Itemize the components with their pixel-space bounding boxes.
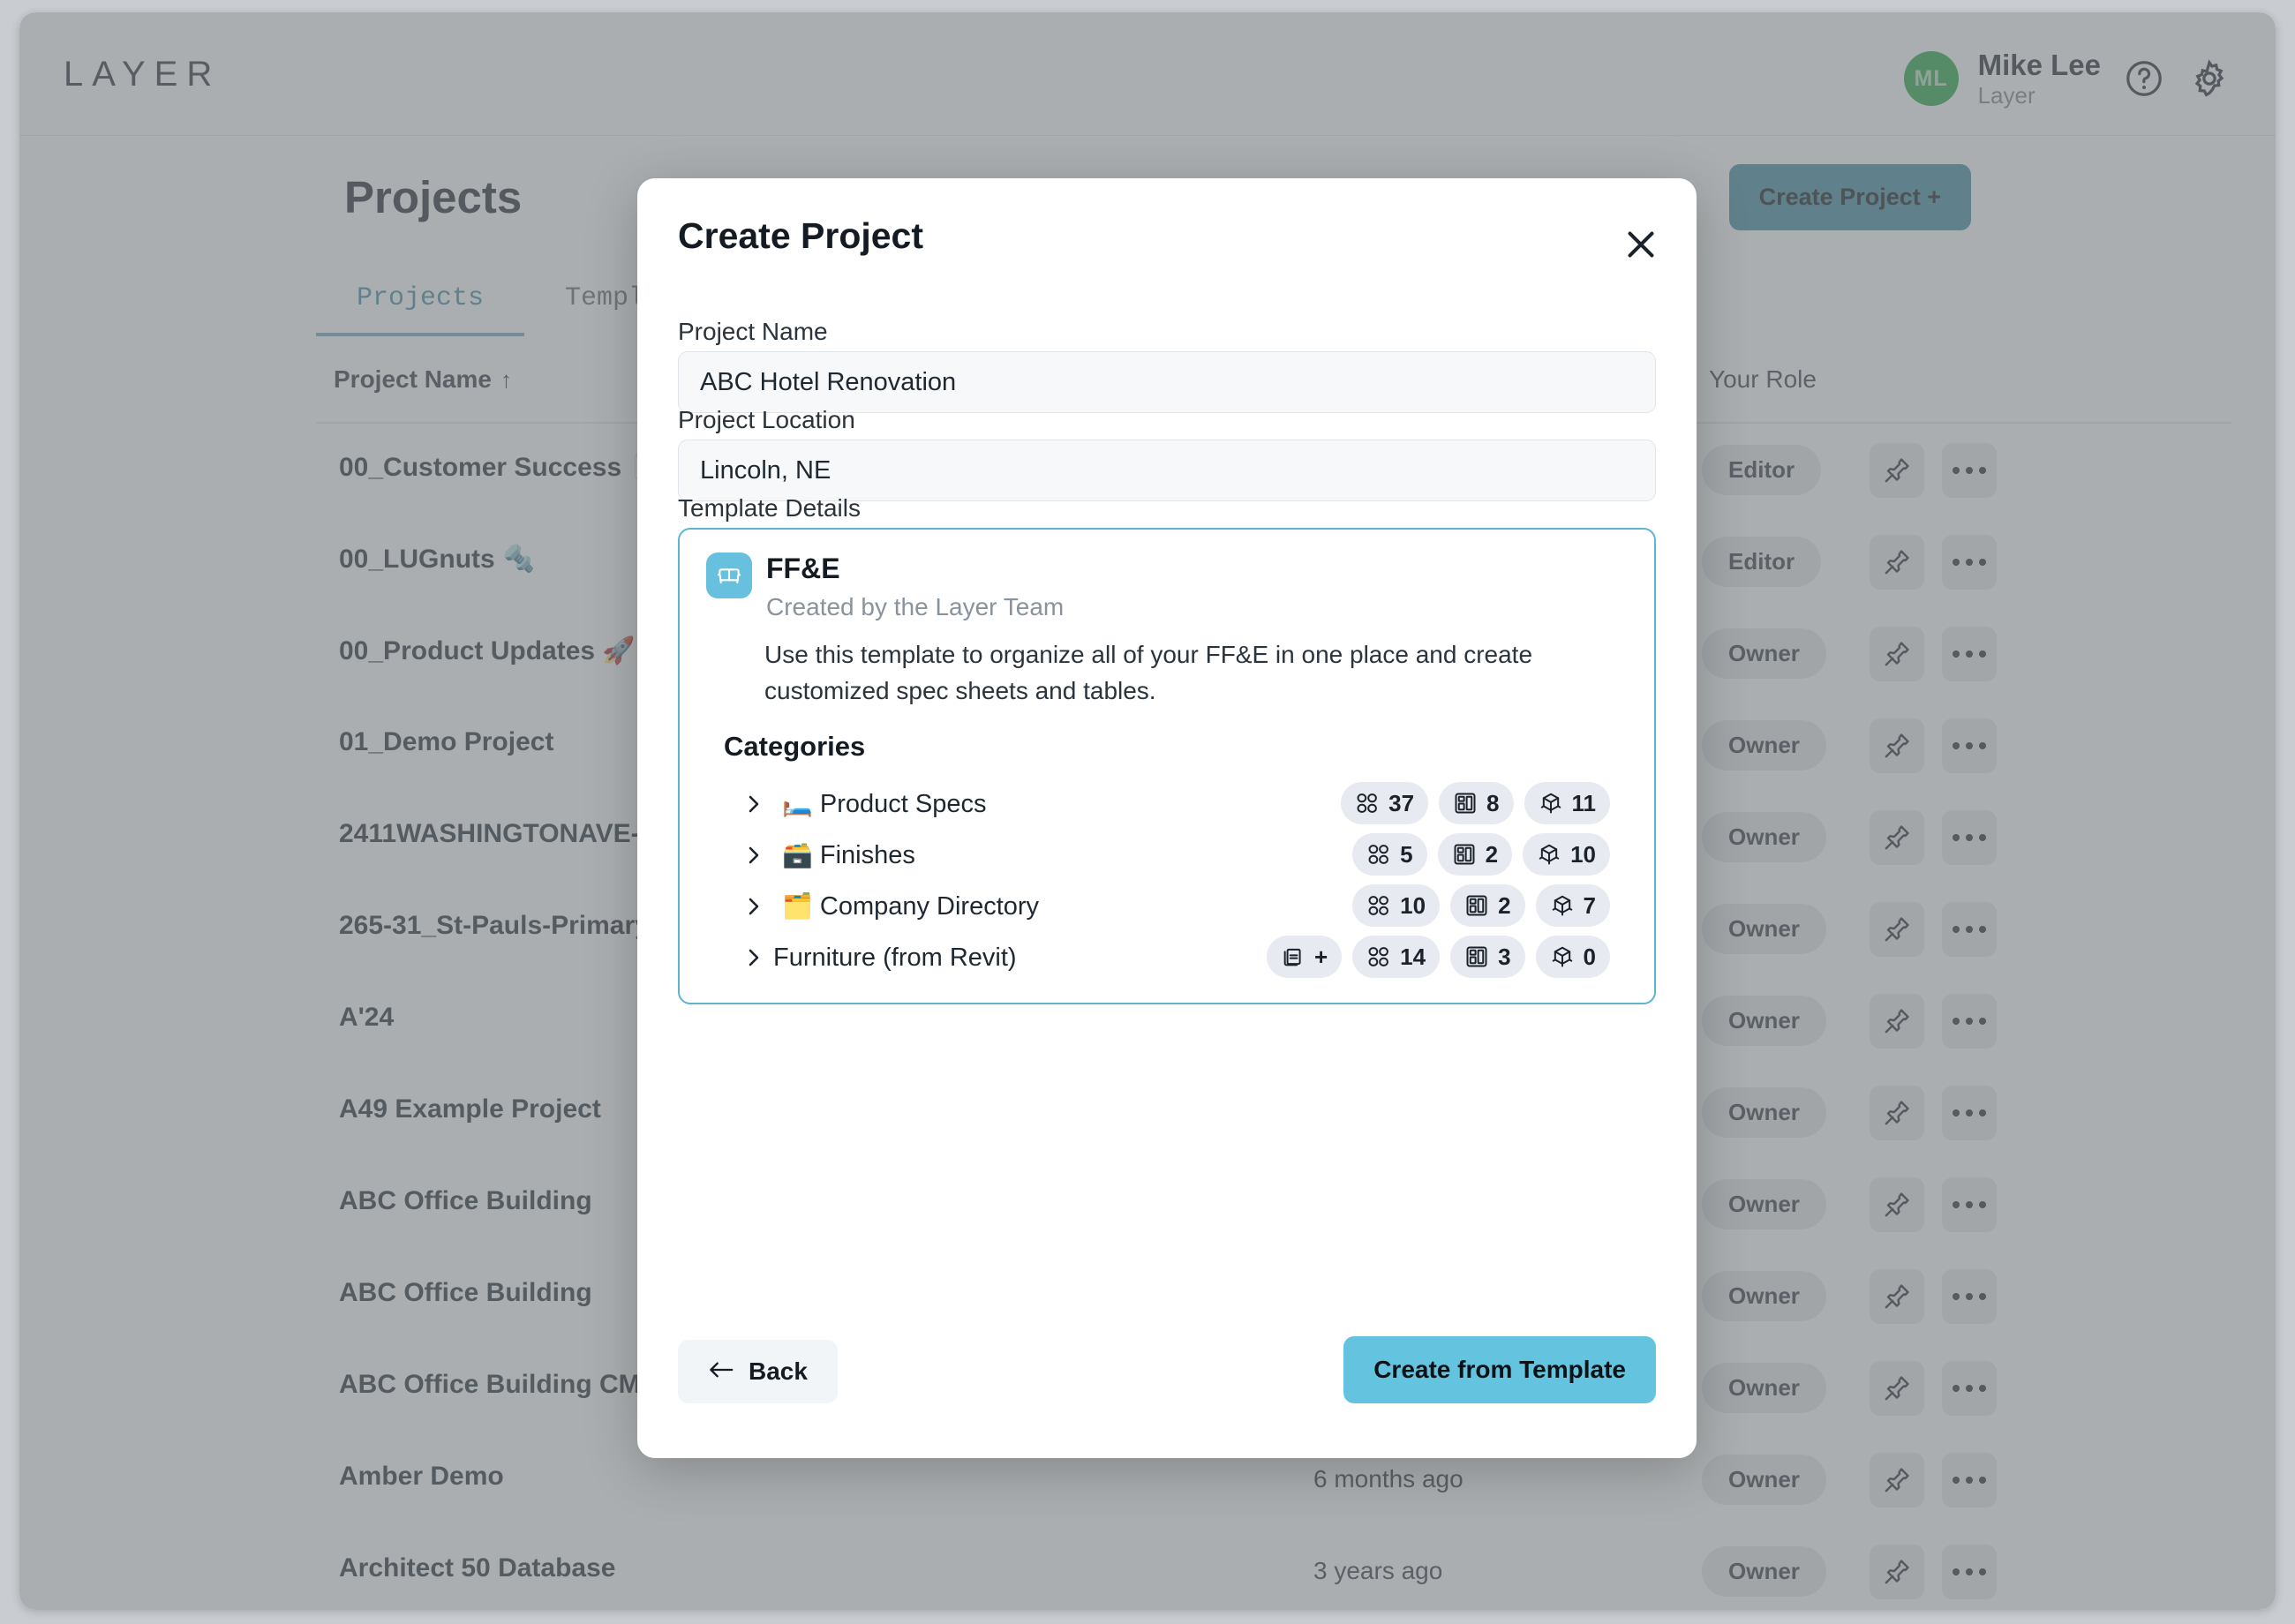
chevron-right-icon[interactable] [741, 947, 766, 968]
template-name: FF&E [766, 553, 840, 584]
category-badges: +14 3 0 [1266, 936, 1610, 978]
category-emoji: 🛏️ [782, 790, 813, 817]
badge-items[interactable]: 10 [1352, 884, 1441, 927]
badge-value: 2 [1485, 840, 1499, 868]
badge-value: 3 [1498, 943, 1511, 970]
cube-icon [1539, 791, 1563, 816]
items-icon [1355, 791, 1380, 816]
badge-cube[interactable]: 7 [1535, 884, 1610, 927]
badge-layout[interactable]: 3 [1450, 936, 1525, 978]
badge-value: 11 [1571, 789, 1597, 816]
project-name-input[interactable] [678, 351, 1656, 413]
items-icon [1366, 944, 1391, 969]
cube-icon [1550, 944, 1575, 969]
category-emoji: 🗂️ [782, 892, 813, 920]
items-icon [1366, 842, 1391, 867]
project-location-input[interactable] [678, 440, 1656, 501]
project-name-label: Project Name [678, 318, 828, 345]
chevron-right-icon[interactable] [741, 896, 766, 917]
badge-rvt-file[interactable]: + [1266, 936, 1343, 978]
category-label: Product Specs [819, 789, 987, 818]
project-location-label: Project Location [678, 406, 855, 433]
badge-items[interactable]: 37 [1341, 782, 1429, 824]
chevron-right-icon[interactable] [741, 845, 766, 866]
badge-items[interactable]: 14 [1352, 936, 1441, 978]
category-row[interactable]: 🗃️ Finishes 5 2 10 [724, 830, 1631, 881]
back-button[interactable]: Back [678, 1340, 838, 1403]
close-icon[interactable] [1621, 224, 1661, 265]
modal-title: Create Project [678, 215, 924, 256]
badge-value: 14 [1400, 943, 1426, 970]
badge-value: 10 [1400, 891, 1426, 919]
badge-layout[interactable]: 2 [1450, 884, 1525, 927]
category-badges: 37 8 11 [1341, 782, 1610, 824]
back-button-label: Back [749, 1357, 808, 1385]
badge-value: 8 [1486, 789, 1500, 816]
layout-icon [1464, 893, 1489, 918]
sofa-icon [706, 553, 752, 598]
category-label: Furniture (from Revit) [773, 943, 1017, 972]
template-details-label: Template Details [678, 494, 861, 522]
badge-cube[interactable]: 10 [1523, 833, 1610, 876]
badge-layout[interactable]: 2 [1437, 833, 1513, 876]
badge-value: 5 [1400, 840, 1413, 868]
create-project-modal: Create Project Project Name Project Loca… [637, 178, 1697, 1458]
category-badges: 5 2 10 [1352, 833, 1610, 876]
category-row[interactable]: 🛏️ Product Specs 37 8 11 [724, 778, 1631, 830]
badge-items[interactable]: 5 [1352, 833, 1427, 876]
categories-heading: Categories [724, 731, 866, 762]
categories-list: 🛏️ Product Specs 37 8 11 🗃️ Finishes 5 2 10 🗂️ Comp… [724, 778, 1631, 983]
arrow-left-icon [708, 1357, 734, 1386]
category-label: Finishes [819, 840, 915, 869]
layout-icon [1452, 842, 1477, 867]
badge-cube[interactable]: 11 [1524, 782, 1610, 824]
template-description: Use this template to organize all of you… [764, 641, 1533, 704]
badge-value: 37 [1388, 789, 1415, 816]
badge-value: 2 [1498, 891, 1511, 919]
badge-layout[interactable]: 8 [1439, 782, 1514, 824]
template-author: Created by the Layer Team [766, 593, 1065, 620]
category-row[interactable]: 🗂️ Company Directory 10 2 7 [724, 881, 1631, 932]
badge-value: 7 [1583, 891, 1596, 919]
app-window: LAYER ML Mike Lee Layer Projects Creat [19, 12, 2276, 1610]
rvt-file-icon [1281, 944, 1306, 969]
badge-value: + [1313, 943, 1328, 970]
badge-value: 0 [1583, 943, 1596, 970]
category-label: Company Directory [819, 891, 1040, 921]
template-details-card: FF&E Created by the Layer Team Use this … [678, 528, 1656, 1004]
chevron-right-icon[interactable] [741, 793, 766, 815]
category-emoji: 🗃️ [782, 841, 813, 868]
cube-icon [1537, 842, 1561, 867]
badge-value: 10 [1570, 840, 1596, 868]
category-badges: 10 2 7 [1352, 884, 1610, 927]
category-row[interactable]: Furniture (from Revit) +14 3 0 [724, 932, 1631, 983]
cube-icon [1550, 893, 1575, 918]
badge-cube[interactable]: 0 [1535, 936, 1610, 978]
create-from-template-button[interactable]: Create from Template [1343, 1336, 1656, 1403]
items-icon [1366, 893, 1391, 918]
layout-icon [1453, 791, 1478, 816]
layout-icon [1464, 944, 1489, 969]
